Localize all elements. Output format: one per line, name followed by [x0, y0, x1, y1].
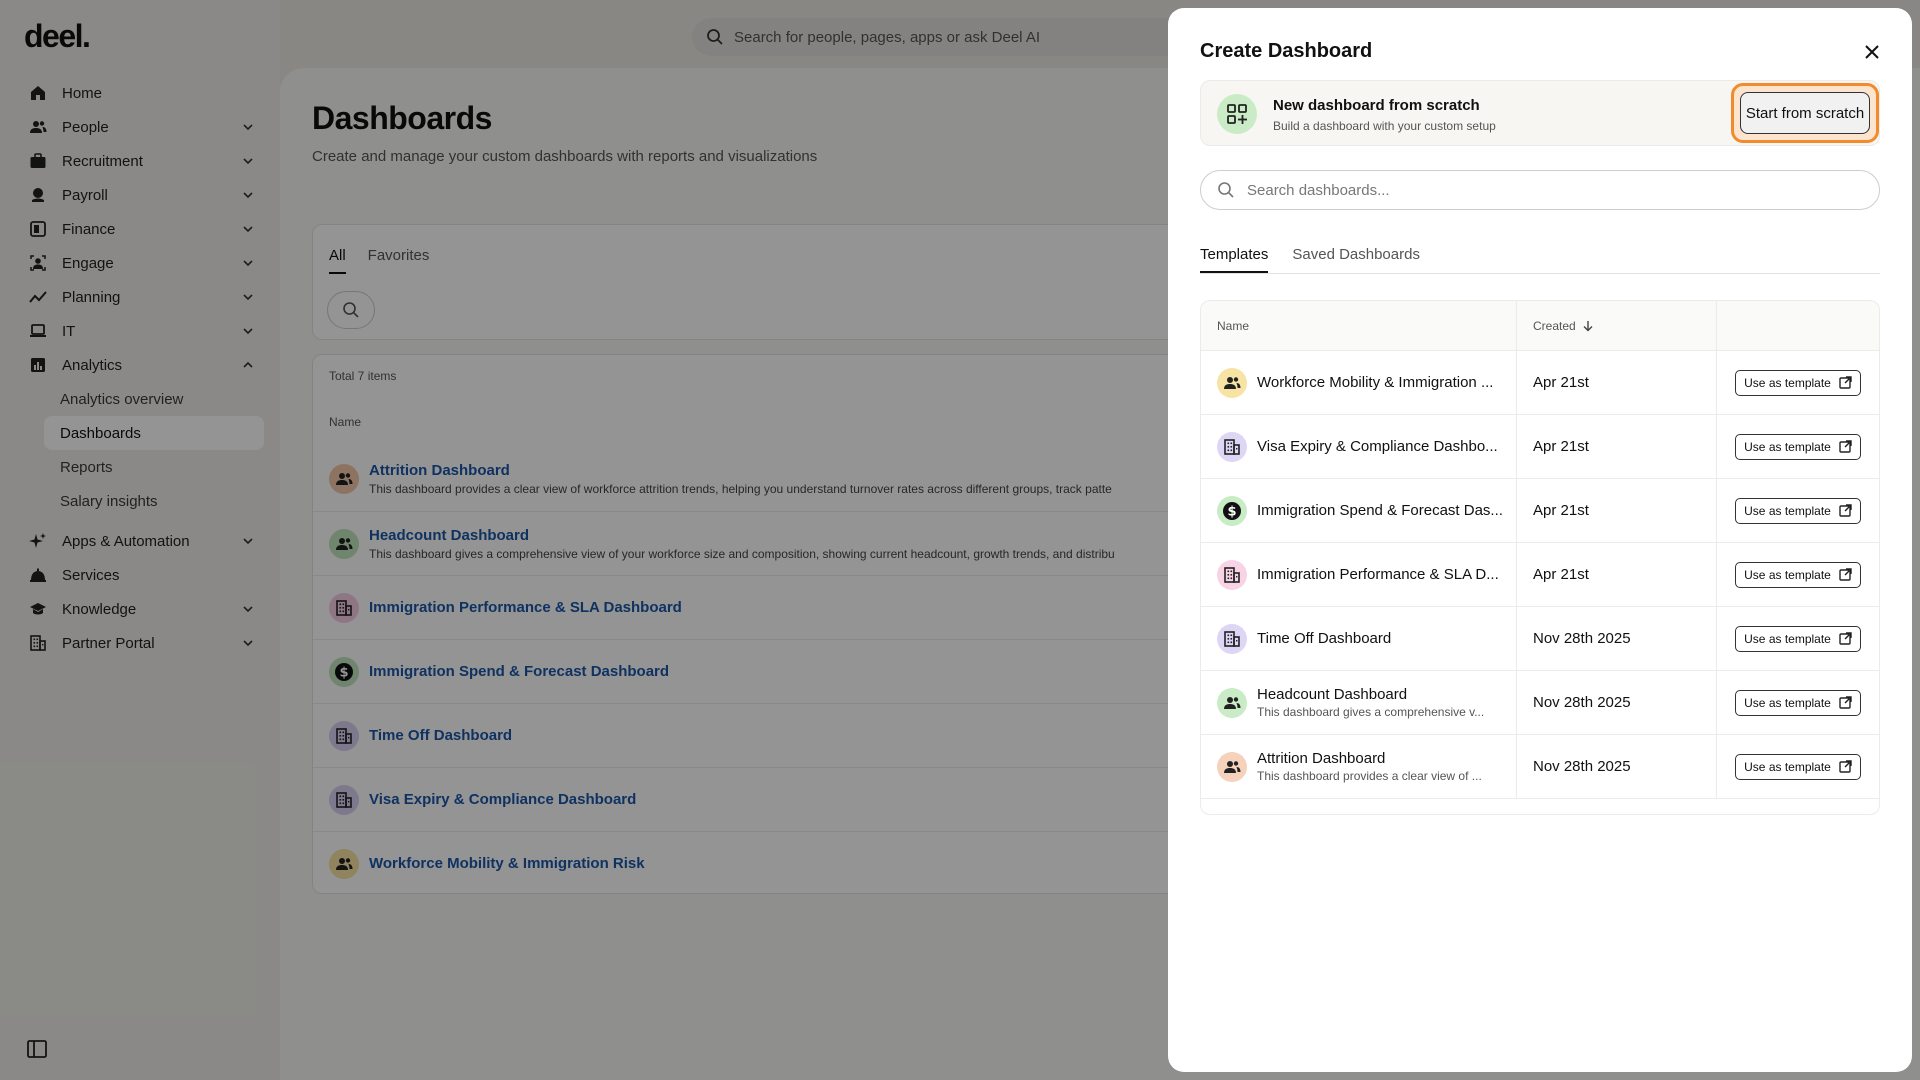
building-icon — [1217, 559, 1247, 590]
template-name: Headcount Dashboard — [1257, 686, 1408, 703]
column-header-created[interactable]: Created — [1517, 301, 1717, 350]
table-header: Name Created — [1201, 301, 1879, 351]
new-from-scratch-card: New dashboard from scratch Build a dashb… — [1200, 80, 1880, 146]
template-name: Workforce Mobility & Immigration ... — [1257, 374, 1494, 391]
dollar-icon: $ — [1217, 495, 1247, 526]
svg-text:$: $ — [1227, 504, 1236, 519]
template-description: This dashboard provides a clear view of … — [1257, 769, 1482, 783]
close-button[interactable] — [1860, 40, 1884, 64]
external-link-icon — [1839, 568, 1852, 581]
use-as-template-button[interactable]: Use as template — [1735, 753, 1861, 780]
external-link-icon — [1839, 760, 1852, 773]
table-row: Attrition Dashboard This dashboard provi… — [1201, 735, 1879, 799]
table-row: Headcount Dashboard This dashboard gives… — [1201, 671, 1879, 735]
table-row: Visa Expiry & Compliance Dashbo... Apr 2… — [1201, 415, 1879, 479]
template-name: Immigration Spend & Forecast Das... — [1257, 502, 1503, 519]
template-created: Nov 28th 2025 — [1533, 694, 1631, 711]
column-header-name[interactable]: Name — [1201, 301, 1517, 350]
use-as-template-button[interactable]: Use as template — [1735, 625, 1861, 652]
use-as-template-button[interactable]: Use as template — [1735, 689, 1861, 716]
tab-templates[interactable]: Templates — [1200, 236, 1269, 273]
people-icon — [1217, 367, 1247, 398]
building-icon — [1217, 623, 1247, 654]
scratch-subtitle: Build a dashboard with your custom setup — [1273, 119, 1496, 133]
building-icon — [1217, 431, 1247, 462]
panel-tabs: Templates Saved Dashboards — [1200, 236, 1880, 274]
arrow-down-icon — [1583, 320, 1593, 331]
use-as-template-button[interactable]: Use as template — [1735, 369, 1861, 396]
tab-saved-dashboards[interactable]: Saved Dashboards — [1292, 236, 1420, 273]
template-name: Attrition Dashboard — [1257, 750, 1386, 767]
template-description: This dashboard gives a comprehensive v..… — [1257, 705, 1485, 719]
table-row: Immigration Performance & SLA D... Apr 2… — [1201, 543, 1879, 607]
external-link-icon — [1839, 376, 1852, 389]
use-as-template-button[interactable]: Use as template — [1735, 561, 1861, 588]
template-created: Apr 21st — [1533, 566, 1589, 583]
dashboard-add-icon — [1217, 94, 1257, 134]
search-icon — [1218, 182, 1234, 198]
start-from-scratch-button[interactable]: Start from scratch — [1740, 92, 1870, 134]
external-link-icon — [1839, 632, 1852, 645]
template-name: Immigration Performance & SLA D... — [1257, 566, 1499, 583]
people-icon — [1217, 687, 1247, 718]
template-created: Apr 21st — [1533, 374, 1589, 391]
external-link-icon — [1839, 440, 1852, 453]
template-created: Apr 21st — [1533, 502, 1589, 519]
table-row: Workforce Mobility & Immigration ... Apr… — [1201, 351, 1879, 415]
close-icon — [1865, 45, 1879, 59]
panel-title: Create Dashboard — [1200, 40, 1373, 62]
use-as-template-button[interactable]: Use as template — [1735, 433, 1861, 460]
templates-table: Name Created Workforce Mobility & Immigr… — [1200, 300, 1880, 815]
dashboard-search-field[interactable] — [1200, 170, 1880, 210]
people-icon — [1217, 751, 1247, 782]
template-name: Time Off Dashboard — [1257, 630, 1392, 647]
template-created: Nov 28th 2025 — [1533, 630, 1631, 647]
scratch-title: New dashboard from scratch — [1273, 97, 1480, 114]
create-dashboard-panel: Create Dashboard New dashboard from scra… — [1168, 8, 1912, 1072]
external-link-icon — [1839, 504, 1852, 517]
dashboard-search-input[interactable] — [1247, 181, 1879, 199]
table-row: $ Immigration Spend & Forecast Das... Ap… — [1201, 479, 1879, 543]
external-link-icon — [1839, 696, 1852, 709]
use-as-template-button[interactable]: Use as template — [1735, 497, 1861, 524]
template-name: Visa Expiry & Compliance Dashbo... — [1257, 438, 1498, 455]
table-row: Time Off Dashboard Nov 28th 2025 Use as … — [1201, 607, 1879, 671]
template-created: Nov 28th 2025 — [1533, 758, 1631, 775]
template-created: Apr 21st — [1533, 438, 1589, 455]
